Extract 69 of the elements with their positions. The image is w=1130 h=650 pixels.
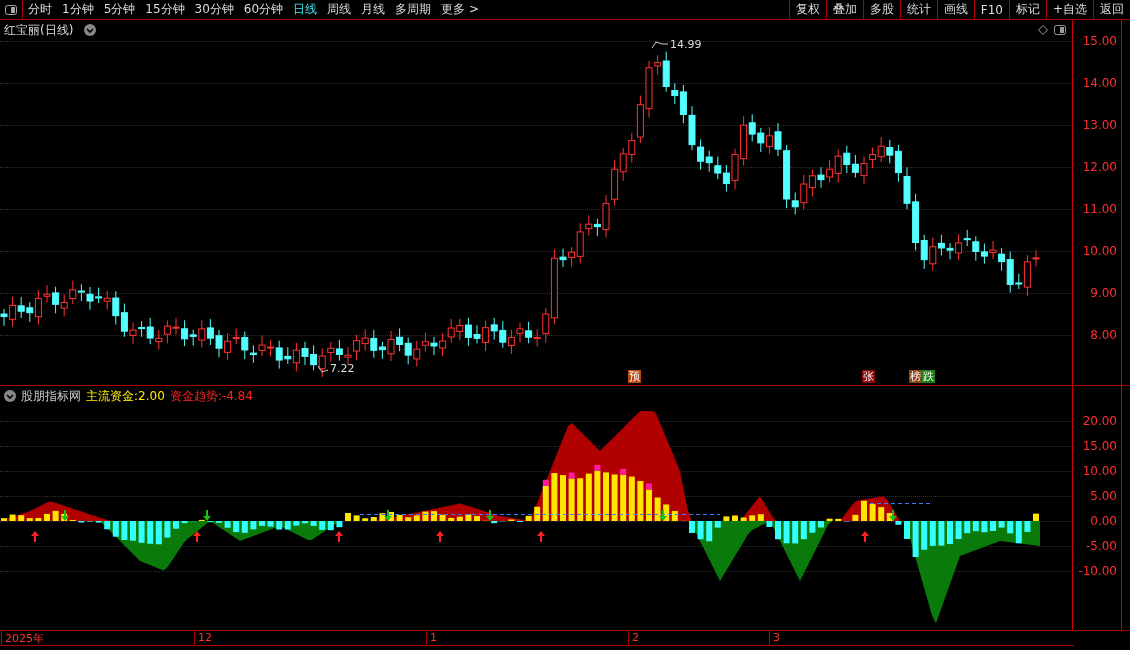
signal-marker: 榜: [909, 370, 922, 383]
period-tab[interactable]: 多周期: [390, 0, 437, 19]
toolbar-button[interactable]: 复权: [788, 0, 826, 19]
price-tick: 15.00: [1082, 34, 1117, 48]
up-arrow-icon: [537, 531, 545, 542]
panel-icon[interactable]: [5, 4, 17, 15]
toolbar-button[interactable]: +自选: [1045, 0, 1093, 19]
period-tab[interactable]: 15分钟: [140, 0, 190, 19]
period-tab[interactable]: 30分钟: [189, 0, 239, 19]
price-tick: 13.00: [1082, 118, 1117, 132]
price-tick: 12.00: [1082, 160, 1117, 174]
price-tick: 11.00: [1082, 202, 1117, 216]
down-arrow-icon: [203, 510, 211, 521]
dropdown-icon[interactable]: [4, 390, 16, 402]
period-tab[interactable]: 月线: [356, 0, 391, 19]
up-arrow-icon: [193, 531, 201, 542]
up-arrow-icon: [335, 531, 343, 542]
dashed-line: [869, 503, 931, 504]
period-tab[interactable]: 60分钟: [238, 0, 289, 19]
down-arrow-icon: [659, 510, 667, 521]
price-tick: 8.00: [1090, 328, 1117, 342]
toolbar-button[interactable]: 叠加: [825, 0, 863, 19]
up-arrow-icon: [31, 531, 39, 542]
indicator-value: 资金趋势:-4.84: [169, 388, 253, 405]
indicator-tick: -10.00: [1078, 564, 1117, 578]
date-label: 12: [198, 631, 212, 644]
indicator-tick: -5.00: [1085, 539, 1117, 553]
period-tab[interactable]: 分时: [23, 0, 57, 19]
low-price-label: 7.22: [330, 362, 355, 375]
signal-marker: 张: [862, 370, 875, 383]
period-tab[interactable]: 周线: [322, 0, 357, 19]
indicator-tick: 0.00: [1090, 514, 1117, 528]
date-label: 2025年: [5, 631, 44, 645]
date-label: 2: [632, 631, 639, 644]
up-arrow-icon: [861, 531, 869, 542]
indicator-name: 股朋指标网: [21, 388, 81, 405]
down-arrow-icon: [486, 510, 494, 521]
date-label: 1: [430, 631, 437, 644]
indicator-tick: 5.00: [1090, 489, 1117, 503]
dropdown-icon[interactable]: [84, 24, 96, 36]
price-tick: 9.00: [1090, 286, 1117, 300]
price-tick: 14.00: [1082, 76, 1117, 90]
chart-title: 红宝丽(日线): [4, 22, 74, 39]
more-button[interactable]: 更多 >: [436, 0, 484, 19]
down-arrow-icon: [61, 510, 69, 521]
indicator-tick: 20.00: [1082, 414, 1117, 428]
indicator-tick: 15.00: [1082, 439, 1117, 453]
leader-line: [651, 41, 669, 49]
indicator-tick: 10.00: [1082, 464, 1117, 478]
toolbar-button[interactable]: 多股: [862, 0, 900, 19]
signal-marker: 预: [628, 370, 641, 383]
toolbar-button[interactable]: 画线: [936, 0, 974, 19]
panel-icon[interactable]: [1054, 25, 1066, 35]
high-price-label: 14.99: [670, 38, 702, 51]
indicator-value: 主流资金:2.00: [86, 388, 165, 405]
toolbar-button[interactable]: 标记: [1008, 0, 1046, 19]
signal-marker: 跌: [922, 370, 935, 383]
date-label: 3: [773, 631, 780, 644]
down-arrow-icon: [889, 510, 897, 521]
period-tab[interactable]: 1分钟: [57, 0, 99, 19]
down-arrow-icon: [384, 510, 392, 521]
up-arrow-icon: [436, 531, 444, 542]
leader-line: [317, 365, 329, 373]
toolbar-button[interactable]: 返回: [1093, 0, 1130, 19]
price-tick: 10.00: [1082, 244, 1117, 258]
toolbar-button[interactable]: F10: [973, 0, 1009, 19]
period-tab[interactable]: 日线: [288, 0, 323, 19]
toolbar-button[interactable]: 统计: [899, 0, 937, 19]
period-tab[interactable]: 5分钟: [98, 0, 141, 19]
